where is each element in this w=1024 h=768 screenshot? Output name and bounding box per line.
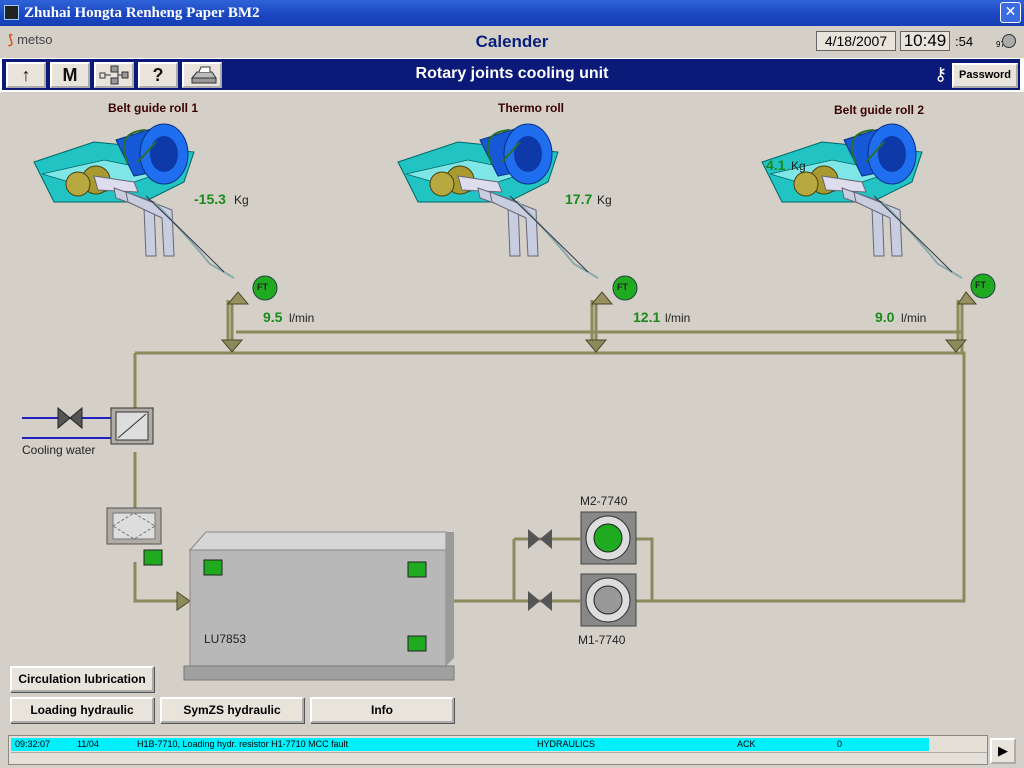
alarm-text: H1B-7710, Loading hydr. resistor H1-7710…: [137, 739, 349, 749]
alarm-time: 09:32:07: [15, 739, 51, 749]
info-button[interactable]: Info: [310, 697, 454, 723]
time-display: 10:49: [900, 31, 950, 51]
display-title: Rotary joints cooling unit: [415, 65, 609, 82]
roll-3-flow-unit: l/min: [901, 311, 927, 325]
header-bar: ⟆ metso Calender 4/18/2007 10:49 :54 97: [0, 26, 1024, 58]
pump-m2-icon: [580, 511, 637, 565]
process-display: Belt guide roll 1 Thermo roll Belt guide…: [0, 92, 1024, 732]
ft-1-label: FT: [257, 282, 268, 292]
alarm-status: ACK: [737, 739, 756, 749]
roll-1-flow: 9.5: [263, 309, 283, 325]
scada-window: Zhuhai Hongta Renheng Paper BM2 ✕ ⟆ metso…: [0, 0, 1024, 768]
pump-m1-label: M1-7740: [578, 633, 626, 647]
unit-label: LU7853: [204, 632, 247, 646]
roll-1-weight-unit: Kg: [234, 193, 249, 207]
window-titlebar: Zhuhai Hongta Renheng Paper BM2 ✕: [0, 0, 1024, 26]
key-icon: ⚷: [934, 64, 948, 84]
loading-hydraulic-button[interactable]: Loading hydraulic: [10, 697, 154, 723]
window-title: Zhuhai Hongta Renheng Paper BM2: [24, 5, 260, 21]
symzs-hydraulic-button[interactable]: SymZS hydraulic: [160, 697, 304, 723]
alarm-row-empty: [11, 752, 987, 764]
roll-1-weight: -15.3: [194, 191, 226, 207]
pump-valves: [528, 529, 552, 611]
seconds-display: :54: [955, 34, 974, 49]
date-display: 4/18/2007: [816, 31, 896, 51]
roll-2-flow-unit: l/min: [665, 311, 691, 325]
pump-m2-label: M2-7740: [580, 494, 628, 508]
alarm-line: 09:32:07 11/04 H1B-7710, Loading hydr. r…: [8, 735, 988, 765]
toolbar: ↑ M ? Rotary joints cooling unit ⚷ Passw…: [0, 58, 1024, 92]
ft-2-label: FT: [617, 282, 628, 292]
belt-guide-roll-2-assembly-icon: [761, 123, 963, 279]
roll-2-flow: 12.1: [633, 309, 661, 325]
roll-2-weight-unit: Kg: [597, 193, 612, 207]
filter-icon: [106, 507, 162, 545]
cooling-water-label: Cooling water: [22, 443, 96, 457]
roll-3-label: Belt guide roll 2: [834, 103, 925, 117]
heat-exchanger-icon: [110, 407, 154, 445]
play-icon: ▶: [998, 743, 1008, 758]
circulation-lubrication-button[interactable]: Circulation lubrication: [10, 666, 154, 692]
roll-3-flow: 9.0: [875, 309, 895, 325]
app-icon: [4, 5, 19, 20]
password-button[interactable]: Password: [952, 63, 1018, 88]
process-diagram: [22, 123, 996, 681]
close-button[interactable]: ✕: [1000, 2, 1021, 23]
roll-2-weight: 17.7: [565, 191, 593, 207]
ft-3-label: FT: [975, 280, 986, 290]
alarm-group: HYDRAULICS: [537, 739, 596, 749]
cooling-water-inlet: [22, 406, 112, 439]
lubrication-unit: [183, 531, 455, 681]
alarm-count: 0: [837, 739, 843, 749]
pump-m1-icon: [580, 573, 637, 627]
roll-3-weight: 4.1: [766, 157, 786, 173]
alarm-date: 11/04: [77, 739, 99, 749]
roll-1-flow-unit: l/min: [289, 311, 315, 325]
filter-status-led: [143, 549, 163, 566]
roll-2-label: Thermo roll: [498, 101, 565, 115]
roll-3-weight-unit: Kg: [791, 159, 806, 173]
alarm-next-button[interactable]: ▶: [990, 738, 1016, 764]
status-knob-icon[interactable]: [1002, 34, 1016, 48]
roll-1-label: Belt guide roll 1: [108, 101, 199, 115]
